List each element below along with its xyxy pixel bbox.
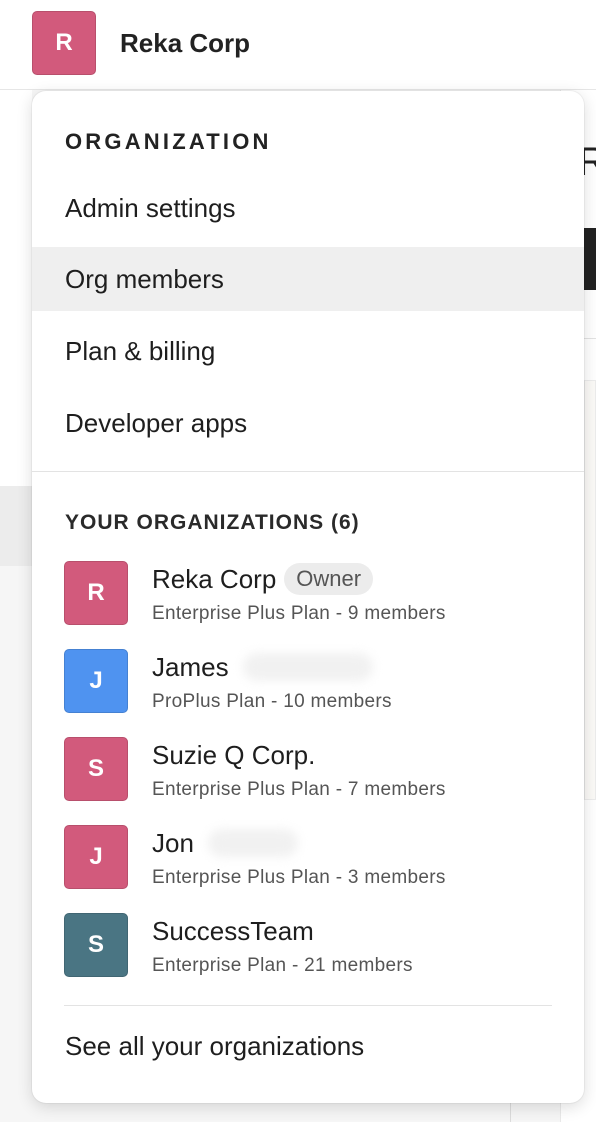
- org-plan-summary: Enterprise Plus Plan - 7 members: [152, 779, 446, 800]
- org-list-item-jon[interactable]: J Jon Enterprise Plus Plan - 3 members: [64, 825, 552, 905]
- org-dropdown-menu: ORGANIZATION Admin settings Org members …: [32, 91, 584, 1103]
- org-plan-summary: Enterprise Plan - 21 members: [152, 955, 413, 976]
- menu-item-plan-billing[interactable]: Plan & billing: [32, 319, 584, 383]
- background-page: [0, 90, 32, 486]
- redacted-name: [207, 829, 298, 857]
- see-all-organizations-link[interactable]: See all your organizations: [65, 1031, 364, 1062]
- org-switcher-button[interactable]: R Reka Corp: [32, 11, 250, 75]
- org-name: James: [152, 651, 229, 682]
- background-divider-bottom: [510, 1100, 511, 1122]
- menu-item-admin-settings[interactable]: Admin settings: [32, 176, 584, 240]
- your-organizations-heading: YOUR ORGANIZATIONS (6): [65, 511, 360, 534]
- org-name: Jon: [152, 827, 194, 858]
- background-strip: [0, 486, 32, 566]
- org-title: Reka Corp Owner: [152, 561, 374, 597]
- menu-item-org-members[interactable]: Org members: [32, 247, 584, 311]
- org-avatar: S: [64, 913, 128, 977]
- menu-divider: [64, 1005, 552, 1006]
- org-plan-summary: Enterprise Plus Plan - 3 members: [152, 867, 446, 888]
- org-avatar: R: [64, 561, 128, 625]
- section-heading-organization: ORGANIZATION: [65, 129, 272, 154]
- org-list-item-successteam[interactable]: S SuccessTeam Enterprise Plan - 21 membe…: [64, 913, 552, 993]
- org-name: Reka Corp: [152, 563, 277, 594]
- org-avatar: S: [64, 737, 128, 801]
- org-avatar: J: [64, 649, 128, 713]
- org-title: James: [152, 649, 373, 685]
- org-title: Suzie Q Corp.: [152, 737, 315, 773]
- org-title: SuccessTeam: [152, 913, 314, 949]
- background-card: [584, 380, 596, 800]
- owner-badge: Owner: [284, 563, 374, 595]
- org-list-item-suzie-q-corp[interactable]: S Suzie Q Corp. Enterprise Plus Plan - 7…: [64, 737, 552, 817]
- org-title: Jon: [152, 825, 298, 861]
- org-avatar: R: [32, 11, 96, 75]
- org-name: SuccessTeam: [152, 915, 314, 946]
- menu-divider: [32, 471, 584, 472]
- org-avatar: J: [64, 825, 128, 889]
- org-plan-summary: Enterprise Plus Plan - 9 members: [152, 603, 446, 624]
- top-bar: R Reka Corp: [0, 0, 596, 90]
- org-list-item-james[interactable]: J James ProPlus Plan - 10 members: [64, 649, 552, 729]
- org-plan-summary: ProPlus Plan - 10 members: [152, 691, 392, 712]
- org-name: Suzie Q Corp.: [152, 739, 316, 770]
- org-list-item-reka-corp[interactable]: R Reka Corp Owner Enterprise Plus Plan -…: [64, 561, 552, 641]
- menu-item-developer-apps[interactable]: Developer apps: [32, 391, 584, 455]
- current-org-name: Reka Corp: [120, 27, 251, 58]
- redacted-name: [242, 653, 373, 681]
